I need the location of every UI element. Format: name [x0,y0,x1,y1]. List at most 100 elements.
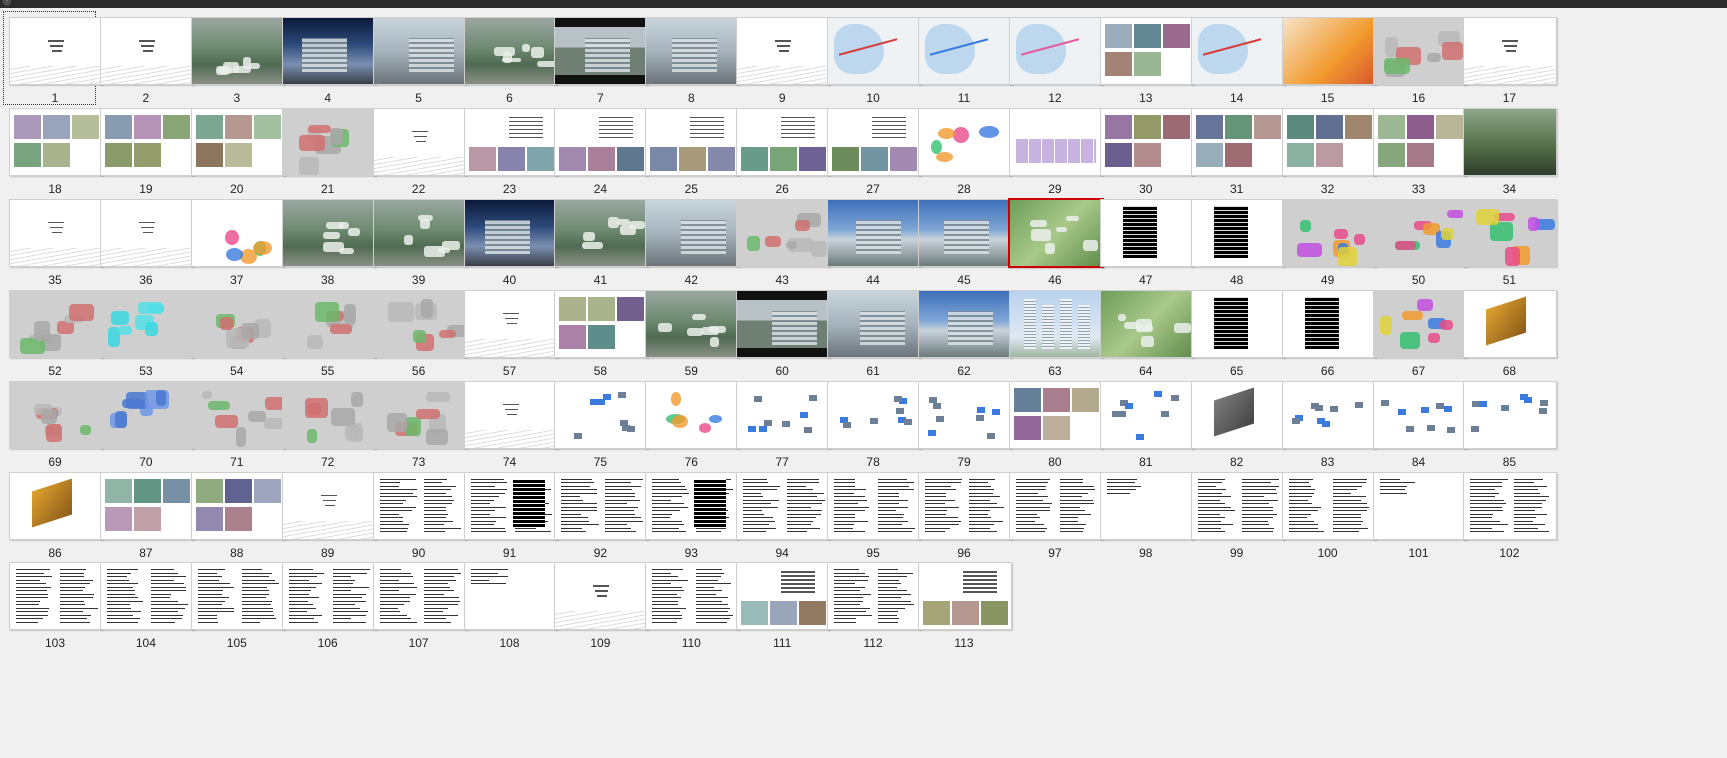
slide-preview[interactable] [281,380,376,449]
slide-thumbnail[interactable]: 13 [1091,0,1194,105]
slide-thumbnail[interactable]: 67 [1364,273,1467,378]
slide-preview[interactable] [281,289,376,358]
slide-preview[interactable] [736,17,831,85]
slide-thumbnail[interactable]: 52 [0,273,103,378]
slide-preview[interactable] [1281,289,1376,358]
slide-preview[interactable] [99,380,194,449]
slide-thumbnail[interactable]: 9 [727,0,831,105]
slide-preview[interactable] [736,471,831,540]
slide-thumbnail[interactable]: 83 [1273,364,1376,469]
slide-thumbnail[interactable]: 104 [91,545,194,650]
slide-thumbnail[interactable]: 101 [1364,455,1467,560]
slide-preview[interactable] [281,17,376,85]
slide-thumbnail[interactable]: 57 [455,273,558,378]
slide-preview[interactable] [736,289,831,358]
slide-thumbnail[interactable]: 54 [182,273,285,378]
slide-preview[interactable] [190,289,285,358]
slide-preview[interactable] [9,107,103,176]
slide-thumbnail[interactable]: 42 [636,182,740,287]
slide-thumbnail[interactable]: 45 [909,182,1012,287]
slide-preview[interactable] [645,198,740,267]
slide-thumbnail[interactable]: 41 [545,182,649,287]
slide-preview[interactable] [918,198,1012,267]
slide-preview[interactable] [645,107,740,176]
slide-thumbnail[interactable]: 51 [1454,182,1558,287]
slide-thumbnail[interactable]: 66 [1273,273,1376,378]
slide-preview[interactable] [827,380,922,449]
slide-thumbnail[interactable]: 56 [364,273,467,378]
slide-thumbnail[interactable]: 36 [91,182,194,287]
slide-thumbnail[interactable]: 23 [455,91,558,196]
slide-preview[interactable] [463,380,558,449]
slide-thumbnail[interactable]: 74 [455,364,558,469]
slide-thumbnail[interactable]: 113 [909,545,1012,650]
slide-thumbnail[interactable]: 4 [273,0,376,105]
slide-thumbnail[interactable]: 96 [909,455,1012,560]
slide-preview[interactable] [190,198,285,267]
slide-preview[interactable] [1372,380,1467,449]
slide-thumbnail[interactable]: 82 [1182,364,1285,469]
slide-thumbnail[interactable]: 40 [455,182,558,287]
slide-thumbnail[interactable]: 53 [91,273,194,378]
slide-preview[interactable] [463,17,558,85]
slide-thumbnail[interactable]: 22 [364,91,467,196]
slide-preview[interactable] [190,107,285,176]
slide-preview[interactable] [1463,380,1558,449]
slide-preview[interactable] [1099,107,1194,176]
slide-preview[interactable] [281,198,376,267]
slide-preview[interactable] [1463,107,1558,176]
slide-preview[interactable] [190,17,285,85]
slide-thumbnail[interactable]: 89 [273,455,376,560]
slide-preview[interactable] [1099,380,1194,449]
slide-preview[interactable] [1099,289,1194,358]
slide-preview[interactable] [1008,471,1103,540]
slide-thumbnail[interactable]: 25 [636,91,740,196]
slide-thumbnail[interactable]: 29 [1000,91,1103,196]
slide-preview[interactable] [1190,380,1285,449]
slide-thumbnail[interactable]: 26 [727,91,831,196]
slide-preview[interactable] [1190,17,1285,85]
slide-thumbnail[interactable]: 80 [1000,364,1103,469]
slide-thumbnail[interactable]: 5 [364,0,467,105]
slide-preview[interactable] [1007,197,1104,268]
slide-preview[interactable] [1008,289,1103,358]
slide-preview[interactable] [554,380,649,449]
slide-preview[interactable] [645,289,740,358]
slide-thumbnail[interactable]: 98 [1091,455,1194,560]
slide-preview[interactable] [918,562,1012,631]
slide-thumbnail[interactable]: 28 [909,91,1012,196]
slide-thumbnail[interactable]: 61 [818,273,922,378]
slide-thumbnail[interactable]: 18 [0,91,103,196]
slide-thumbnail[interactable]: 14 [1182,0,1285,105]
slide-thumbnail[interactable]: 31 [1182,91,1285,196]
slide-thumbnail[interactable]: 3 [182,0,285,105]
slide-preview[interactable] [554,198,649,267]
slide-thumbnail[interactable]: 47 [1091,182,1194,287]
slide-preview[interactable] [1372,289,1467,358]
slide-preview[interactable] [1008,17,1103,85]
slide-preview[interactable] [1281,107,1376,176]
slide-thumbnail[interactable]: 16 [1364,0,1467,105]
slide-thumbnail[interactable]: 49 [1273,182,1376,287]
slide-preview[interactable] [1190,107,1285,176]
slide-preview[interactable] [1281,380,1376,449]
slide-thumbnail[interactable]: 73 [364,364,467,469]
slide-thumbnail[interactable]: 84 [1364,364,1467,469]
slide-thumbnail[interactable]: 111 [727,545,831,650]
slide-thumbnail[interactable]: 62 [909,273,1012,378]
slide-thumbnail[interactable]: 105 [182,545,285,650]
slide-preview[interactable] [645,471,740,540]
slide-preview[interactable] [1463,471,1558,540]
slide-thumbnail[interactable]: 50 [1364,182,1467,287]
slide-preview[interactable] [9,562,103,631]
slide-thumbnail[interactable]: 12 [1000,0,1103,105]
slide-preview[interactable] [918,471,1012,540]
slide-thumbnail[interactable]: 93 [636,455,740,560]
slide-thumbnail[interactable]: 88 [182,455,285,560]
slide-thumbnail[interactable]: 20 [182,91,285,196]
slide-preview[interactable] [918,107,1012,176]
slide-preview[interactable] [736,198,831,267]
slide-preview[interactable] [554,17,649,85]
slide-preview[interactable] [372,17,467,85]
slide-thumbnail[interactable]: 60 [727,273,831,378]
